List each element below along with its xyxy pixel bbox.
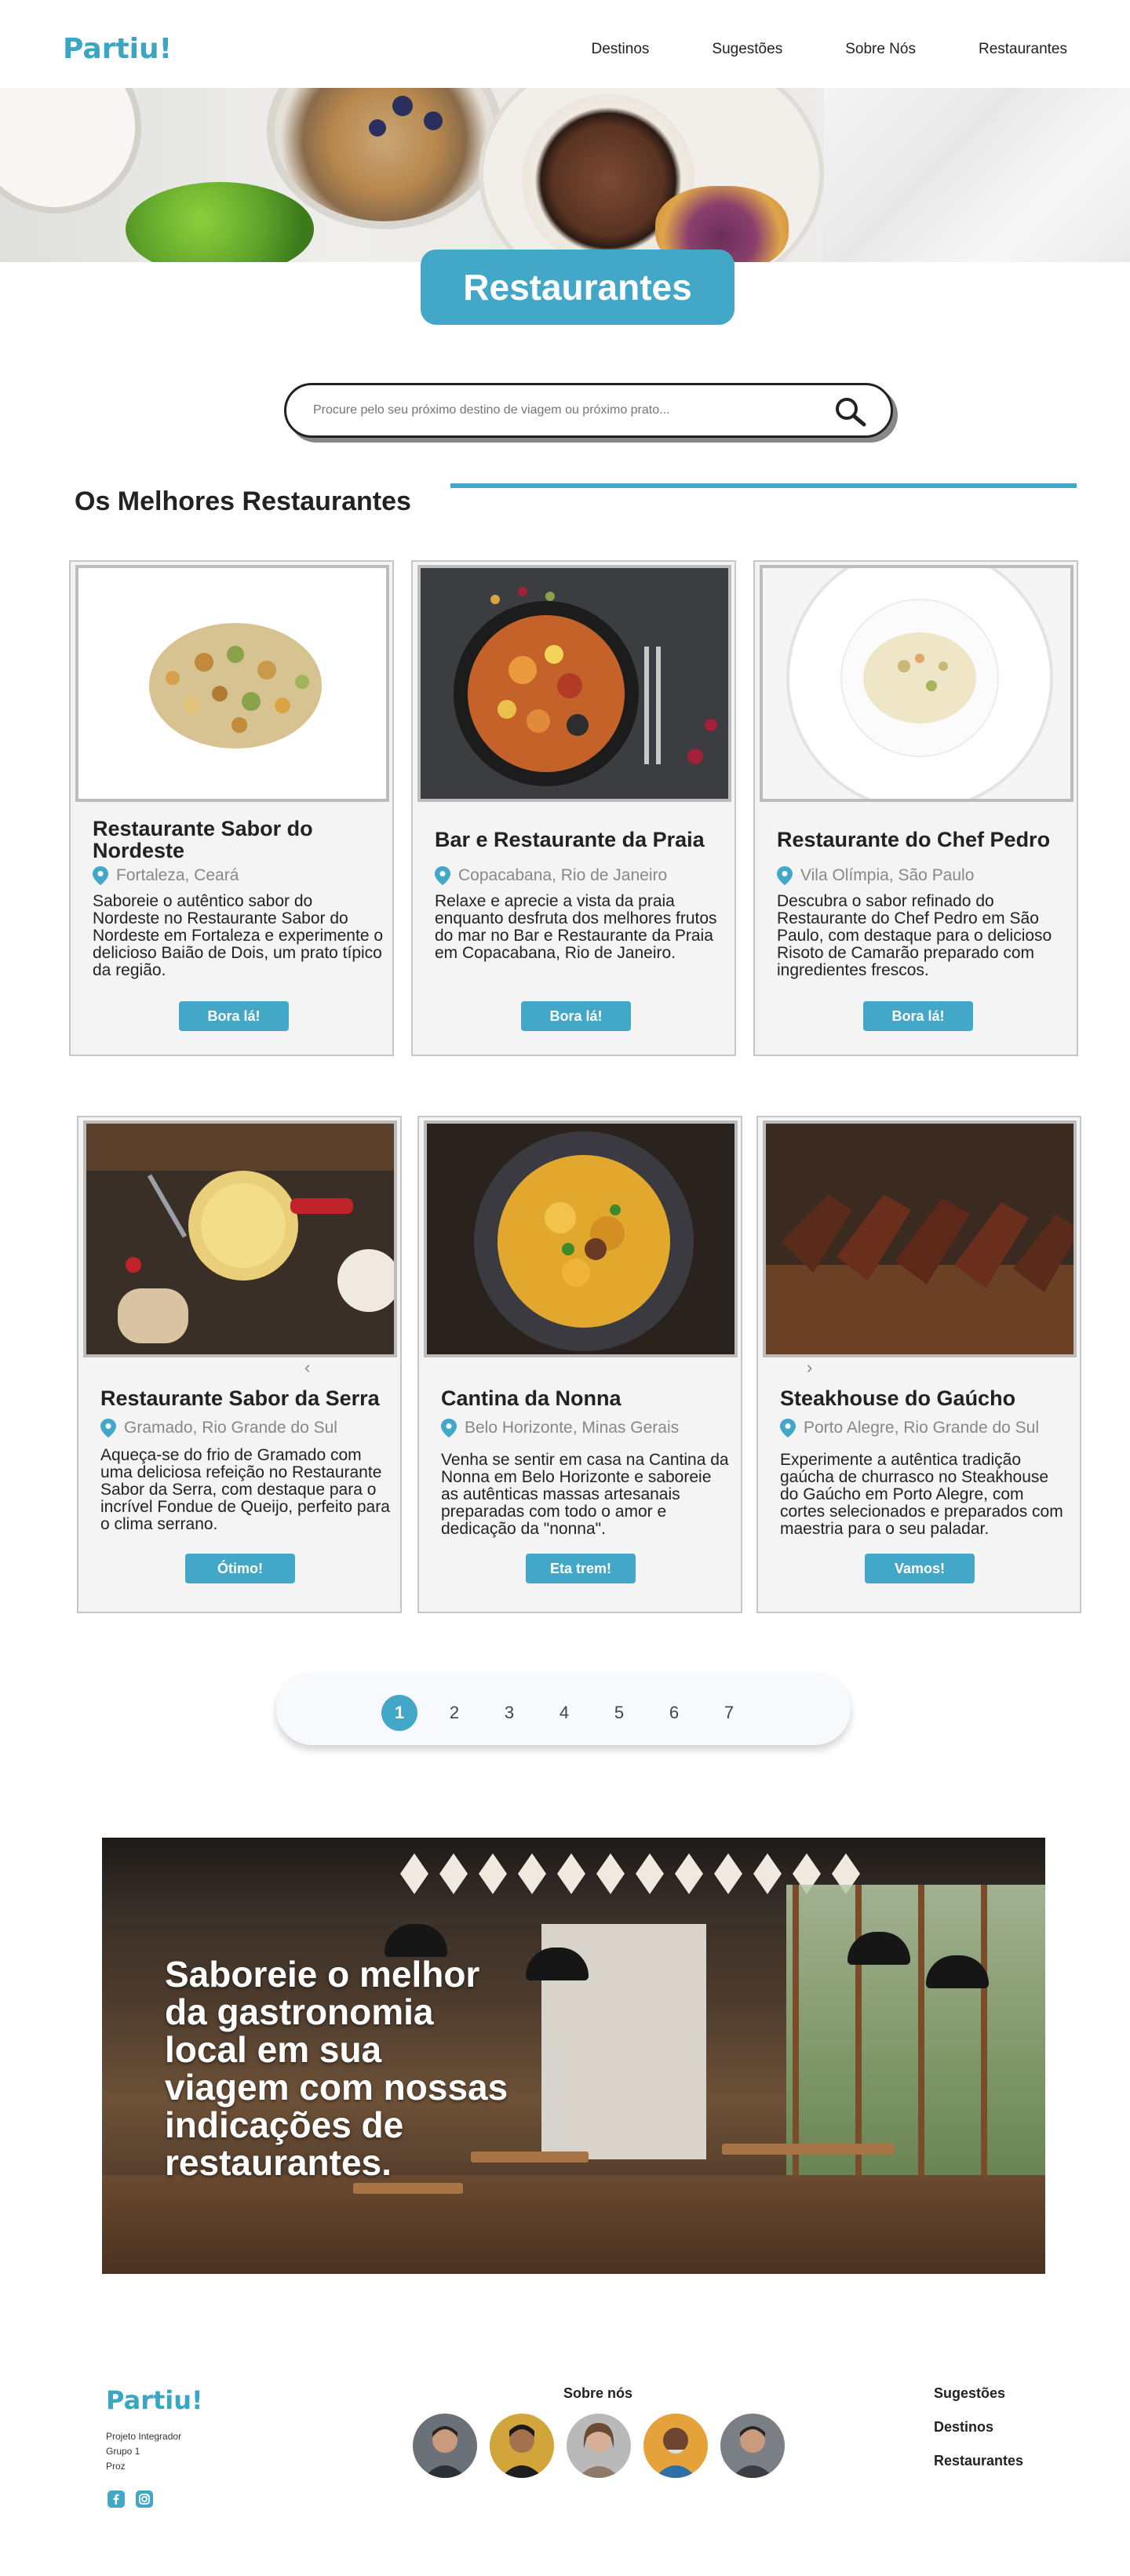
footer-link-sugestoes[interactable]: Sugestões bbox=[934, 2385, 1023, 2402]
search-bar[interactable] bbox=[284, 383, 893, 438]
visit-button[interactable]: Bora lá! bbox=[179, 1001, 289, 1031]
instagram-icon[interactable] bbox=[136, 2490, 153, 2508]
location-text: Belo Horizonte, Minas Gerais bbox=[465, 1419, 680, 1437]
visit-button[interactable]: Bora lá! bbox=[521, 1001, 631, 1031]
footer-links: Sugestões Destinos Restaurantes bbox=[934, 2385, 1023, 2487]
restaurant-location: Vila Olímpia, São Paulo bbox=[777, 866, 974, 885]
restaurant-location: Porto Alegre, Rio Grande do Sul bbox=[780, 1419, 1039, 1437]
food-photo-paella bbox=[417, 565, 731, 802]
nav-restaurantes[interactable]: Restaurantes bbox=[979, 41, 1067, 58]
restaurant-location: Belo Horizonte, Minas Gerais bbox=[441, 1419, 679, 1437]
nav-destinos[interactable]: Destinos bbox=[591, 41, 649, 58]
restaurant-location: Copacabana, Rio de Janeiro bbox=[435, 866, 667, 885]
restaurant-location: Gramado, Rio Grande do Sul bbox=[100, 1419, 337, 1437]
team-avatar[interactable] bbox=[490, 2414, 554, 2478]
restaurant-description: Saboreie o autêntico sabor do Nordeste n… bbox=[93, 892, 384, 979]
restaurant-description: Venha se sentir em casa na Cantina da No… bbox=[441, 1451, 729, 1538]
team-avatar[interactable] bbox=[567, 2414, 631, 2478]
promo-banner: Saboreie o melhor da gastronomia local e… bbox=[102, 1838, 1045, 2274]
restaurant-name: Restaurante Sabor do Nordeste bbox=[93, 817, 313, 862]
restaurant-name: Restaurante do Chef Pedro bbox=[777, 828, 1051, 851]
section-title: Os Melhores Restaurantes bbox=[75, 486, 411, 516]
footer-logo[interactable]: Partiu! bbox=[106, 2385, 203, 2415]
location-text: Copacabana, Rio de Janeiro bbox=[458, 866, 668, 884]
restaurant-name: Cantina da Nonna bbox=[441, 1386, 622, 1410]
page-4-button[interactable]: 4 bbox=[546, 1695, 582, 1731]
location-pin-icon bbox=[93, 866, 108, 885]
section-divider bbox=[450, 483, 1077, 488]
location-pin-icon bbox=[780, 1419, 796, 1437]
page-7-button[interactable]: 7 bbox=[711, 1695, 747, 1731]
about-title: Sobre nós bbox=[563, 2385, 633, 2401]
page-1-button[interactable]: 1 bbox=[381, 1695, 417, 1731]
search-input[interactable] bbox=[313, 403, 800, 417]
location-text: Porto Alegre, Rio Grande do Sul bbox=[804, 1419, 1040, 1437]
food-photo-pasta bbox=[424, 1120, 738, 1357]
page: Partiu! Destinos Sugestões Sobre Nós Res… bbox=[0, 0, 1130, 2576]
hero-image bbox=[0, 88, 1130, 262]
nav-sugestoes[interactable]: Sugestões bbox=[712, 41, 782, 58]
footer-info-line: Grupo 1 bbox=[106, 2446, 140, 2457]
visit-button[interactable]: Bora lá! bbox=[863, 1001, 973, 1031]
food-photo-fondue bbox=[83, 1120, 397, 1357]
carousel-next-icon[interactable]: › bbox=[807, 1357, 812, 1378]
location-text: Vila Olímpia, São Paulo bbox=[800, 866, 975, 884]
team-avatar[interactable] bbox=[720, 2414, 785, 2478]
location-pin-icon bbox=[100, 1419, 116, 1437]
restaurant-card: › Steakhouse do Gaúcho Porto Alegre, Rio… bbox=[756, 1116, 1081, 1613]
footer-link-restaurantes[interactable]: Restaurantes bbox=[934, 2453, 1023, 2469]
restaurant-description: Aqueça-se do frio de Gramado com uma del… bbox=[100, 1446, 390, 1533]
restaurant-name: Restaurante Sabor da Serra bbox=[100, 1386, 380, 1410]
restaurant-card: Restaurante Sabor do Nordeste Fortaleza,… bbox=[69, 560, 394, 1056]
logo[interactable]: Partiu! bbox=[63, 33, 172, 65]
team-avatar[interactable] bbox=[643, 2414, 708, 2478]
location-text: Gramado, Rio Grande do Sul bbox=[124, 1419, 337, 1437]
restaurant-card: Cantina da Nonna Belo Horizonte, Minas G… bbox=[417, 1116, 742, 1613]
pagination: 1 2 3 4 5 6 7 bbox=[276, 1673, 851, 1745]
page-2-button[interactable]: 2 bbox=[436, 1695, 472, 1731]
restaurant-description: Relaxe e aprecie a vista da praia enquan… bbox=[435, 892, 717, 962]
restaurant-card: Restaurante do Chef Pedro Vila Olímpia, … bbox=[753, 560, 1078, 1056]
visit-button[interactable]: Ótimo! bbox=[185, 1554, 295, 1583]
footer-link-destinos[interactable]: Destinos bbox=[934, 2419, 1023, 2436]
carousel-prev-icon[interactable]: ‹ bbox=[304, 1357, 310, 1378]
search-icon[interactable] bbox=[833, 395, 867, 429]
team-avatar[interactable] bbox=[413, 2414, 477, 2478]
restaurant-name: Steakhouse do Gaúcho bbox=[780, 1386, 1016, 1410]
facebook-icon[interactable] bbox=[108, 2490, 125, 2508]
footer-info-line: Projeto Integrador bbox=[106, 2431, 182, 2442]
restaurant-name: Bar e Restaurante da Praia bbox=[435, 828, 705, 851]
restaurant-location: Fortaleza, Ceará bbox=[93, 866, 239, 885]
footer-info-line: Proz bbox=[106, 2461, 126, 2472]
visit-button[interactable]: Vamos! bbox=[865, 1554, 975, 1583]
visit-button[interactable]: Eta trem! bbox=[526, 1554, 636, 1583]
location-pin-icon bbox=[441, 1419, 457, 1437]
restaurant-description: Experimente a autêntica tradição gaúcha … bbox=[780, 1451, 1063, 1538]
location-pin-icon bbox=[435, 866, 450, 885]
restaurant-card: Bar e Restaurante da Praia Copacabana, R… bbox=[411, 560, 736, 1056]
location-text: Fortaleza, Ceará bbox=[116, 866, 239, 884]
food-photo-risotto bbox=[760, 565, 1074, 802]
nav-sobre-nos[interactable]: Sobre Nós bbox=[845, 41, 916, 58]
footer-info: Projeto Integrador Grupo 1 Proz bbox=[106, 2429, 181, 2474]
restaurant-card: ‹ Restaurante Sabor da Serra Gramado, Ri… bbox=[77, 1116, 402, 1613]
header: Partiu! Destinos Sugestões Sobre Nós Res… bbox=[0, 0, 1130, 88]
main-nav: Destinos Sugestões Sobre Nós Restaurante… bbox=[528, 41, 1067, 58]
page-3-button[interactable]: 3 bbox=[491, 1695, 527, 1731]
location-pin-icon bbox=[777, 866, 793, 885]
banner-text: Saboreie o melhor da gastronomia local e… bbox=[165, 1954, 508, 2183]
page-6-button[interactable]: 6 bbox=[656, 1695, 692, 1731]
restaurant-description: Descubra o sabor refinado do Restaurante… bbox=[777, 892, 1052, 979]
food-photo-lentils bbox=[75, 565, 389, 802]
page-5-button[interactable]: 5 bbox=[601, 1695, 637, 1731]
food-photo-steak bbox=[763, 1120, 1077, 1357]
page-title: Restaurantes bbox=[421, 250, 734, 325]
